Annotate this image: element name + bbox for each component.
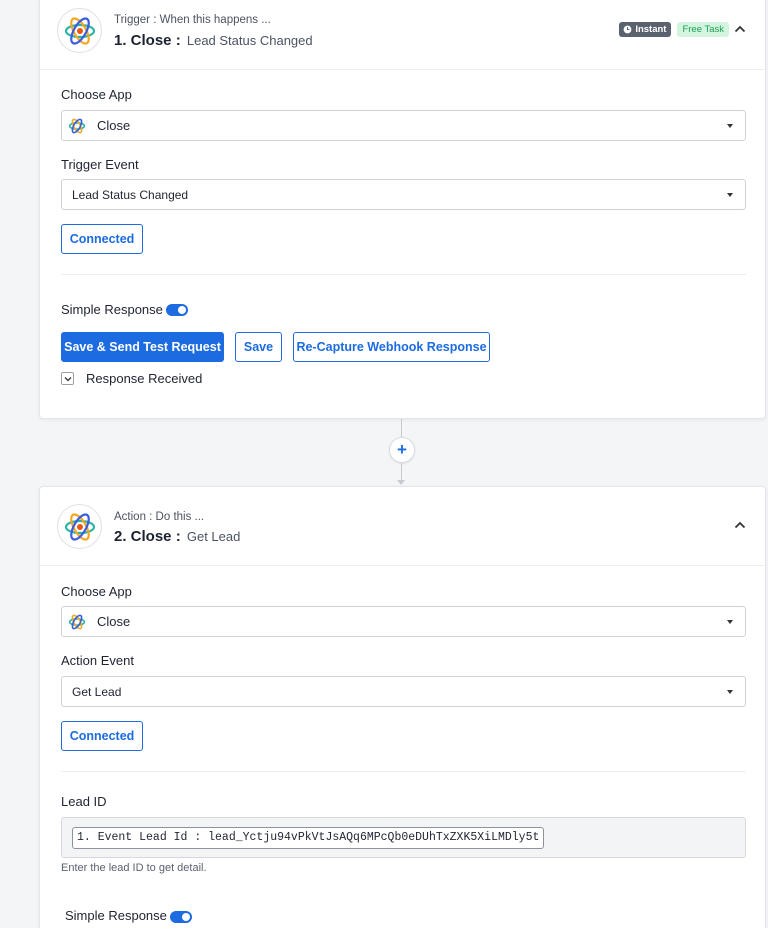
caret-down-icon xyxy=(727,620,733,624)
step-title: 2. Close : Get Lead xyxy=(114,528,240,545)
step-kicker: Action : Do this ... xyxy=(114,511,205,523)
close-app-logo xyxy=(57,8,102,53)
trigger-step-header[interactable]: Trigger : When this happens ... 1. Close… xyxy=(40,0,765,70)
response-received-label: Response Received xyxy=(86,371,203,386)
close-app-logo xyxy=(68,614,86,630)
choose-app-select[interactable]: Close xyxy=(61,606,746,637)
instant-badge-label: Instant xyxy=(635,24,667,35)
caret-down-icon xyxy=(727,690,733,694)
chevron-up-icon[interactable] xyxy=(734,519,746,531)
plus-icon: + xyxy=(397,440,407,459)
check-icon xyxy=(64,376,71,381)
flow-arrow-icon xyxy=(397,480,405,485)
action-step-card: Action : Do this ... 2. Close : Get Lead… xyxy=(39,486,766,928)
save-button[interactable]: Save xyxy=(235,332,282,362)
step-title-event: Get Lead xyxy=(186,529,241,544)
lead-id-token[interactable]: 1. Event Lead Id : lead_Yctju94vPkVtJsAQ… xyxy=(72,827,545,849)
action-event-value: Get Lead xyxy=(72,685,122,699)
trigger-event-select[interactable]: Lead Status Changed xyxy=(61,179,746,210)
response-received-checkbox[interactable] xyxy=(61,372,74,385)
simple-response-label: Simple Response xyxy=(65,908,167,923)
step-title-app: 2. Close : xyxy=(114,528,181,545)
free-task-badge: Free Task xyxy=(677,22,729,37)
add-step-button[interactable]: + xyxy=(389,437,415,463)
close-app-logo xyxy=(68,118,86,134)
choose-app-label: Choose App xyxy=(61,87,132,102)
caret-down-icon xyxy=(727,193,733,197)
trigger-event-value: Lead Status Changed xyxy=(72,188,189,202)
step-title: 1. Close : Lead Status Changed xyxy=(114,32,313,49)
choose-app-select[interactable]: Close xyxy=(61,110,746,141)
simple-response-label: Simple Response xyxy=(61,302,163,317)
chevron-up-icon[interactable] xyxy=(734,23,746,35)
caret-down-icon xyxy=(727,124,733,128)
choose-app-label: Choose App xyxy=(61,584,132,599)
step-title-event: Lead Status Changed xyxy=(186,33,313,48)
connected-button[interactable]: Connected xyxy=(61,224,143,254)
trigger-event-label: Trigger Event xyxy=(61,157,139,172)
flow-connector-bottom xyxy=(401,463,402,481)
lead-id-label: Lead ID xyxy=(61,794,107,809)
simple-response-toggle[interactable] xyxy=(170,911,192,923)
step-title-app: 1. Close : xyxy=(114,32,181,49)
connected-button[interactable]: Connected xyxy=(61,721,143,751)
choose-app-value: Close xyxy=(97,614,131,629)
step-badges: Instant Free Task xyxy=(619,22,729,37)
simple-response-toggle[interactable] xyxy=(166,304,188,316)
section-divider xyxy=(61,274,746,275)
lead-id-hint: Enter the lead ID to get detail. xyxy=(61,862,207,874)
section-divider xyxy=(61,771,746,772)
flow-connector-top xyxy=(401,419,402,437)
choose-app-value: Close xyxy=(97,118,131,133)
recapture-webhook-button[interactable]: Re-Capture Webhook Response xyxy=(293,332,490,362)
action-event-label: Action Event xyxy=(61,653,134,668)
action-event-select[interactable]: Get Lead xyxy=(61,676,746,707)
trigger-step-card: Trigger : When this happens ... 1. Close… xyxy=(39,0,766,419)
action-step-header[interactable]: Action : Do this ... 2. Close : Get Lead xyxy=(40,487,765,566)
lead-id-field[interactable]: 1. Event Lead Id : lead_Yctju94vPkVtJsAQ… xyxy=(61,817,746,858)
close-app-logo xyxy=(57,504,102,549)
save-send-test-button[interactable]: Save & Send Test Request xyxy=(61,332,224,362)
clock-icon xyxy=(623,25,632,34)
instant-badge: Instant xyxy=(619,22,672,37)
step-kicker: Trigger : When this happens ... xyxy=(114,14,271,26)
